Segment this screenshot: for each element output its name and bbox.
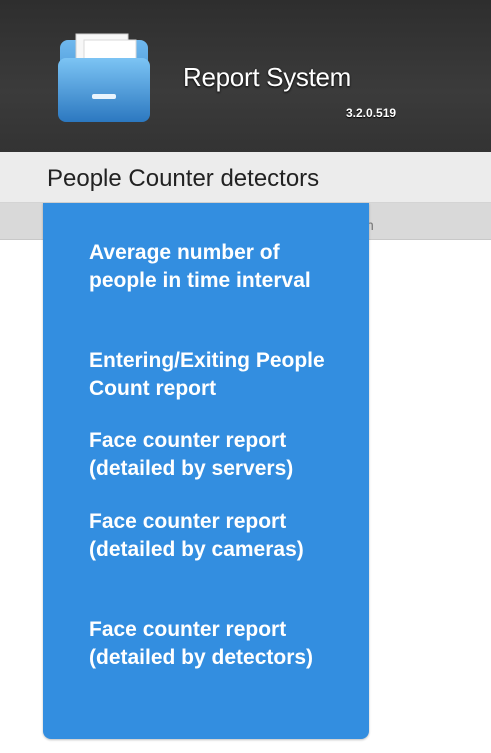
menu-item-face-counter-cameras[interactable]: Face counter report (detailed by cameras…	[89, 508, 349, 564]
app-header: Report System 3.2.0.519	[0, 0, 491, 152]
menu-item-face-counter-detectors[interactable]: Face counter report (detailed by detecto…	[89, 616, 349, 672]
folder-icon	[58, 33, 150, 122]
menu-item-face-counter-servers[interactable]: Face counter report (detailed by servers…	[89, 427, 349, 483]
menu-people-counter-detectors[interactable]: People Counter detectors	[47, 165, 319, 193]
menu-item-average-people[interactable]: Average number of people in time interva…	[89, 239, 349, 295]
app-title: Report System	[183, 62, 352, 92]
menu-bar: People Counter detectors	[0, 152, 491, 203]
app-version: 3.2.0.519	[346, 106, 397, 120]
menu-item-entering-exiting[interactable]: Entering/Exiting People Count report	[89, 347, 349, 403]
report-dropdown-menu: Average number of people in time interva…	[43, 203, 369, 739]
